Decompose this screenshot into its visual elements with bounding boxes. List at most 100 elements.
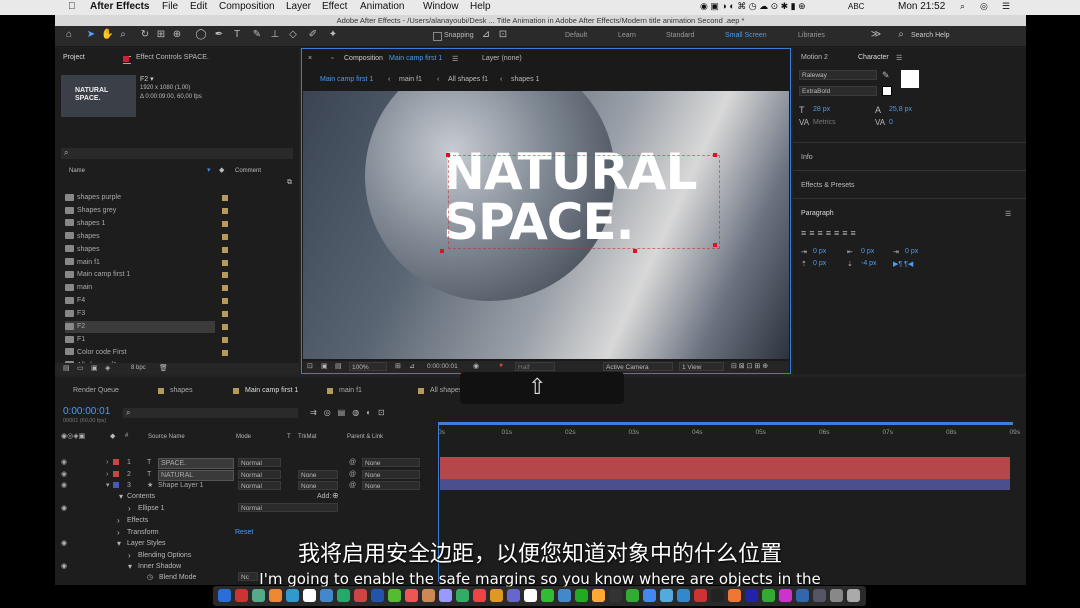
snap-option-icon[interactable]: ⊡ xyxy=(497,29,509,41)
first-line-value[interactable]: 0 px xyxy=(905,248,918,255)
project-item[interactable]: F1 xyxy=(65,334,228,346)
eye-icon[interactable]: ◉ xyxy=(61,469,67,480)
label-color-icon[interactable] xyxy=(222,336,228,343)
dock-app-icon[interactable] xyxy=(796,589,809,602)
timeline-layer-row[interactable]: ◉ › 2 T NATURAL Normal None @ None xyxy=(55,469,435,481)
label-color-icon[interactable] xyxy=(222,285,228,292)
timeline-switch-icons[interactable]: ⇉◎▤◍◐⊡ xyxy=(310,408,392,417)
camera-dropdown[interactable]: Active Camera xyxy=(603,362,673,371)
tracking-value[interactable]: 0 xyxy=(889,119,893,126)
input-source[interactable]: ABC xyxy=(848,2,864,11)
label-col-icon[interactable]: ◆ xyxy=(219,166,224,174)
dock-app-icon[interactable] xyxy=(422,589,435,602)
dock-app-icon[interactable] xyxy=(609,589,622,602)
indent-left-value[interactable]: 0 px xyxy=(813,248,826,255)
handle[interactable] xyxy=(440,249,444,253)
font-family-dropdown[interactable]: Raleway xyxy=(799,70,877,80)
menu-animation[interactable]: Animation xyxy=(360,1,404,12)
menu-layer[interactable]: Layer xyxy=(286,1,311,12)
ellipse-mode-dropdown[interactable]: Normal xyxy=(238,503,338,512)
snapshot-icon[interactable]: ⊡ xyxy=(307,362,313,370)
workspace-menu-icon[interactable]: ≫ xyxy=(870,29,882,41)
label-color-icon[interactable] xyxy=(222,349,228,356)
label-color-icon[interactable] xyxy=(222,259,228,266)
direction-icons[interactable]: ▶¶ ¶◀ xyxy=(893,260,913,268)
dock-app-icon[interactable] xyxy=(592,589,605,602)
workspace-default[interactable]: Default xyxy=(565,32,587,39)
camera-snapshot-icon[interactable]: ◉ xyxy=(473,362,479,370)
menu-app[interactable]: After Effects xyxy=(90,1,149,12)
col-comment[interactable]: Comment xyxy=(235,168,261,174)
handle[interactable] xyxy=(713,153,717,157)
search-icon[interactable]: ⌕ xyxy=(895,29,907,41)
zoom-dropdown[interactable]: 100% xyxy=(349,362,387,371)
dock-app-icon[interactable] xyxy=(320,589,333,602)
dock-app-icon[interactable] xyxy=(558,589,571,602)
col-trkmat[interactable]: TrkMat xyxy=(298,434,316,440)
project-tab[interactable]: Project xyxy=(63,54,85,61)
dock-app-icon[interactable] xyxy=(388,589,401,602)
eye-icon[interactable]: ◉ xyxy=(61,457,67,468)
type-tool-icon[interactable]: T xyxy=(231,29,243,41)
time-ruler[interactable]: 0s 01s 02s 03s 04s 05s 06s 07s 08s 09s xyxy=(438,422,1020,582)
project-item[interactable]: shapes xyxy=(65,231,228,243)
dock-app-icon[interactable] xyxy=(269,589,282,602)
dock-app-icon[interactable] xyxy=(354,589,367,602)
dock-app-icon[interactable] xyxy=(405,589,418,602)
snapping-checkbox[interactable] xyxy=(433,32,442,41)
expand-icon[interactable]: › xyxy=(106,457,108,468)
layer-name[interactable]: Shape Layer 1 xyxy=(158,480,204,491)
info-panel[interactable]: Info xyxy=(801,154,813,161)
fill-color-swatch[interactable] xyxy=(901,70,919,88)
selection-tool-icon[interactable]: ➤ xyxy=(85,29,97,41)
col-mode[interactable]: Mode xyxy=(236,434,251,440)
mode-dropdown[interactable]: Normal xyxy=(238,469,281,479)
home-icon[interactable]: ⌂ xyxy=(63,29,75,41)
bpc-label[interactable]: 8 bpc xyxy=(131,365,146,371)
dock-app-icon[interactable] xyxy=(439,589,452,602)
dock-app-icon[interactable] xyxy=(728,589,741,602)
dock-app-icon[interactable] xyxy=(303,589,316,602)
clone-tool-icon[interactable]: ⊥ xyxy=(269,29,281,41)
ellipse-tool-icon[interactable]: ◯ xyxy=(195,29,207,41)
space-after-value[interactable]: -4 px xyxy=(861,260,877,267)
timeline-layer-row[interactable]: ◉ › 1 T SPACE. Normal @ None xyxy=(55,457,435,469)
font-size-value[interactable]: 28 px xyxy=(813,106,830,113)
dock-app-icon[interactable] xyxy=(337,589,350,602)
label-color-icon[interactable] xyxy=(222,195,228,201)
apple-icon[interactable]:  xyxy=(68,1,76,12)
breadcrumb-main-f1[interactable]: main f1 xyxy=(399,76,422,83)
dock-app-icon[interactable] xyxy=(456,589,469,602)
menu-help[interactable]: Help xyxy=(470,1,491,12)
dock-app-icon[interactable] xyxy=(677,589,690,602)
label-color-icon[interactable] xyxy=(222,311,228,318)
eraser-tool-icon[interactable]: ◇ xyxy=(287,29,299,41)
character-tab[interactable]: Character xyxy=(858,54,889,61)
paragraph-panel[interactable]: Paragraph xyxy=(801,210,834,217)
new-comp-icon[interactable]: ▣ xyxy=(91,364,98,372)
layer-bar-natural[interactable] xyxy=(440,468,1010,479)
menu-file[interactable]: File xyxy=(162,1,178,12)
clock[interactable]: Mon 21:52 xyxy=(898,1,945,12)
flowchart-icon[interactable]: ⧉ xyxy=(287,179,292,187)
dock-app-icon[interactable] xyxy=(711,589,724,602)
parent-dropdown[interactable]: None xyxy=(362,469,420,479)
layer-name[interactable]: SPACE. xyxy=(158,458,234,469)
workspace-libraries[interactable]: Libraries xyxy=(798,32,825,39)
mask-icon[interactable]: ▤ xyxy=(335,362,342,370)
hand-tool-icon[interactable]: ✋ xyxy=(101,29,113,41)
trkmat-dropdown[interactable]: None xyxy=(298,469,338,479)
project-item[interactable]: Main camp first 1 xyxy=(65,269,228,281)
lock-icon[interactable]: ▫ xyxy=(331,55,333,62)
project-item[interactable]: Color code First xyxy=(65,347,228,359)
dock-app-icon[interactable] xyxy=(371,589,384,602)
viewer-timecode[interactable]: 0:00:00:01 xyxy=(427,363,458,370)
siri-icon[interactable]: ◎ xyxy=(980,1,988,12)
indent-right-value[interactable]: 0 px xyxy=(861,248,874,255)
dock-app-icon[interactable] xyxy=(575,589,588,602)
space-before-value[interactable]: 0 px xyxy=(813,260,826,267)
col-name[interactable]: Name xyxy=(69,168,85,174)
safe-margins-icon[interactable]: ⊞ xyxy=(395,362,401,370)
col-parent[interactable]: Parent & Link xyxy=(347,434,383,440)
label-color-icon[interactable] xyxy=(222,207,228,214)
